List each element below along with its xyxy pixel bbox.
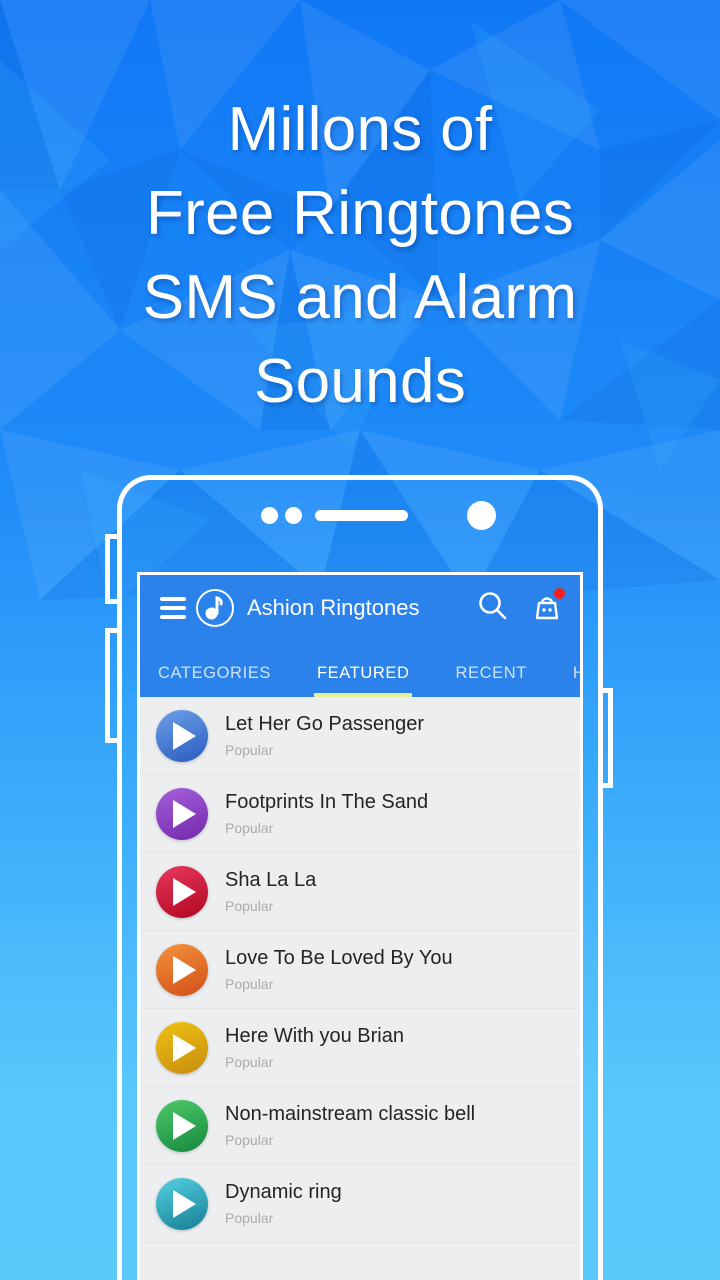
search-icon[interactable] [477, 590, 509, 627]
play-button-icon[interactable] [156, 1021, 208, 1074]
ringtone-title: Footprints In The Sand [225, 791, 429, 813]
headline-line-1: Millons of [227, 95, 493, 164]
headline-line-2: Free Ringtones [145, 179, 575, 248]
promo-headline: Millons of Free Ringtones SMS and Alarm … [0, 88, 720, 424]
ringtone-title: Non-mainstream classic bell [225, 1103, 476, 1125]
list-item-meta: Sha La La Popular [225, 868, 316, 915]
list-item-meta: Dynamic ring Popular [225, 1180, 342, 1227]
play-triangle-icon [173, 721, 196, 750]
list-item[interactable]: Footprints In The Sand Popular [140, 775, 580, 853]
play-button-icon[interactable] [156, 865, 208, 918]
volume-up-button [105, 534, 110, 604]
play-triangle-icon [173, 955, 196, 984]
music-note-logo-icon [196, 589, 234, 627]
list-item-meta: Let Her Go Passenger Popular [225, 712, 424, 759]
ringtone-subtitle: Popular [225, 742, 274, 758]
sensor-dot-icon [261, 507, 278, 524]
list-item[interactable]: Let Her Go Passenger Popular [140, 697, 580, 775]
list-item-meta: Here With you Brian Popular [225, 1024, 404, 1071]
hamburger-menu-icon[interactable] [160, 597, 186, 619]
sensor-dot-icon [285, 507, 302, 524]
tab-categories[interactable]: CATEGORIES [158, 664, 271, 697]
play-triangle-icon [173, 1189, 196, 1218]
list-item-meta: Non-mainstream classic bell Popular [225, 1102, 475, 1149]
ringtone-subtitle: Popular [225, 898, 274, 914]
list-item-meta: Footprints In The Sand Popular [225, 790, 428, 837]
play-button-icon[interactable] [156, 1177, 208, 1230]
power-button [598, 783, 613, 788]
play-button-icon[interactable] [156, 787, 208, 840]
volume-down-button [105, 738, 122, 743]
play-triangle-icon [173, 877, 196, 906]
ringtone-title: Let Her Go Passenger [225, 713, 424, 735]
play-button-icon[interactable] [156, 943, 208, 996]
ringtone-list: Let Her Go Passenger Popular Footprints In… [140, 697, 580, 1243]
earpiece-speaker [315, 510, 408, 521]
ringtone-subtitle: Popular [225, 820, 274, 836]
list-item[interactable]: Sha La La Popular [140, 853, 580, 931]
play-button-icon[interactable] [156, 709, 208, 762]
list-item[interactable]: Non-mainstream classic bell Popular [140, 1087, 580, 1165]
ringtone-subtitle: Popular [225, 1054, 274, 1070]
power-button [608, 688, 613, 788]
notification-badge [554, 587, 565, 599]
list-item-meta: Love To Be Loved By You Popular [225, 946, 453, 993]
volume-up-button [105, 599, 122, 604]
tab-hot[interactable]: HO [573, 664, 580, 697]
play-triangle-icon [173, 1033, 196, 1062]
tab-featured[interactable]: FEATURED [313, 664, 412, 697]
app-screen: Ashion Ringtones CATEGORIES FEATURED REC… [137, 572, 583, 1280]
play-triangle-icon [173, 1111, 196, 1140]
ringtone-title: Love To Be Loved By You [225, 947, 453, 969]
play-triangle-icon [173, 799, 196, 828]
front-camera-icon [467, 501, 496, 530]
list-item[interactable]: Love To Be Loved By You Popular [140, 931, 580, 1009]
headline-line-4: Sounds [253, 347, 467, 416]
headline-line-3: SMS and Alarm [142, 263, 578, 332]
ringtone-subtitle: Popular [225, 976, 274, 992]
gift-bag-icon[interactable] [531, 587, 565, 627]
ringtone-subtitle: Popular [225, 1210, 274, 1226]
ringtone-title: Dynamic ring [225, 1181, 342, 1203]
play-button-icon[interactable] [156, 1099, 208, 1152]
tab-bar: CATEGORIES FEATURED RECENT HO [140, 641, 580, 697]
ringtone-title: Here With you Brian [225, 1025, 404, 1047]
list-item[interactable]: Dynamic ring Popular [140, 1165, 580, 1243]
ringtone-subtitle: Popular [225, 1132, 274, 1148]
app-bar-top-row: Ashion Ringtones [140, 575, 580, 641]
list-item[interactable]: Here With you Brian Popular [140, 1009, 580, 1087]
tab-recent[interactable]: RECENT [455, 664, 526, 697]
app-title: Ashion Ringtones [247, 595, 420, 620]
app-bar: Ashion Ringtones CATEGORIES FEATURED REC… [140, 575, 580, 697]
ringtone-title: Sha La La [225, 869, 317, 891]
volume-down-button [105, 628, 110, 743]
promo-screenshot: Millons of Free Ringtones SMS and Alarm … [0, 0, 720, 1280]
